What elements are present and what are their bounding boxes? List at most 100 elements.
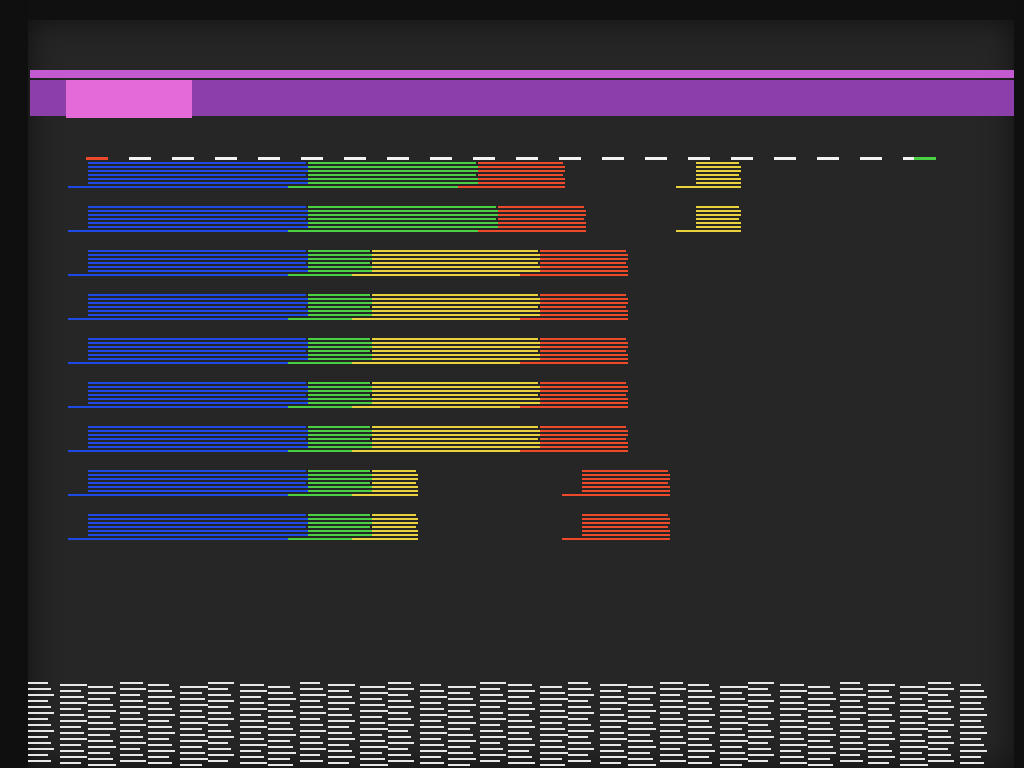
timeline-start-marker	[86, 157, 108, 160]
footer-stripe	[928, 706, 954, 708]
timeline-dash	[258, 157, 280, 160]
footer-stripe	[328, 720, 355, 722]
footer-stripe	[148, 714, 175, 716]
footer-stripe	[508, 702, 532, 704]
footer-stripe	[60, 744, 81, 746]
footer-stripe	[88, 764, 116, 766]
footer-stripe	[780, 720, 804, 722]
footer-stripe	[328, 696, 352, 698]
footer-stripe	[628, 752, 650, 754]
footer-stripe	[660, 688, 686, 690]
footer-stripe	[480, 748, 503, 750]
footer-stripe	[780, 738, 804, 740]
footer-stripe	[900, 716, 922, 718]
footer-stripe	[748, 748, 771, 750]
footer-stripe	[328, 690, 349, 692]
footer-stripe	[720, 764, 742, 766]
footer-stripe	[600, 738, 627, 740]
footer-stripe	[420, 756, 441, 758]
footer-stripe	[60, 726, 81, 728]
footer-stripe	[540, 734, 568, 736]
footer-stripe	[420, 732, 447, 734]
timeline-dash	[559, 157, 581, 160]
footer-stripe	[448, 710, 470, 712]
footer-stripe	[660, 742, 686, 744]
footer-stripe	[780, 732, 801, 734]
footer-stripe	[360, 704, 385, 706]
footer-stripe	[660, 724, 686, 726]
footer-stripe	[448, 722, 476, 724]
footer-stripe	[720, 692, 742, 694]
footer-stripe	[480, 688, 500, 690]
footer-stripe	[840, 748, 866, 750]
footer-stripe	[600, 696, 624, 698]
footer-stripe	[240, 708, 267, 710]
footer-stripe	[960, 696, 987, 698]
footer-stripe	[600, 708, 621, 710]
timeline-dash	[860, 157, 882, 160]
footer-stripe	[120, 754, 143, 756]
footer-stripe	[148, 708, 172, 710]
footer-stripe	[88, 740, 113, 742]
footer-stripe	[808, 728, 833, 730]
footer-stripe	[808, 734, 836, 736]
footer-stripe	[120, 748, 140, 750]
footer-stripe	[448, 692, 470, 694]
footer-stripe	[300, 760, 323, 762]
footer-stripe	[300, 736, 320, 738]
footer-stripe	[148, 732, 175, 734]
footer-stripe	[388, 694, 408, 696]
footer-stripe	[180, 734, 205, 736]
footer-stripe	[360, 686, 385, 688]
footer-stripe	[808, 752, 836, 754]
footer-stripe	[508, 690, 535, 692]
timeline-dashes	[86, 157, 936, 160]
footer-stripe	[180, 752, 205, 754]
footer-stripe	[328, 708, 349, 710]
footer-stripe	[240, 738, 264, 740]
footer-stripe	[300, 694, 326, 696]
footer-stripe	[180, 698, 205, 700]
footer-stripe	[360, 752, 382, 754]
footer-stripe	[840, 682, 860, 684]
footer-stripe	[448, 728, 470, 730]
footer-stripe	[540, 710, 565, 712]
footer-stripe	[600, 726, 621, 728]
footer-stripe	[268, 728, 293, 730]
footer-stripe	[808, 758, 830, 760]
footer-stripe	[328, 750, 352, 752]
footer-stripe	[900, 692, 928, 694]
footer-stripe	[928, 730, 948, 732]
footer-stripe	[928, 742, 954, 744]
footer-stripe	[328, 714, 352, 716]
footer-stripe	[688, 732, 715, 734]
footer-stripe	[60, 684, 87, 686]
footer-stripe	[88, 752, 110, 754]
footer-stripe	[508, 762, 535, 764]
footer-stripe	[180, 740, 208, 742]
footer-stripe	[120, 736, 143, 738]
footer-stripe	[60, 714, 84, 716]
footer-stripe	[720, 728, 742, 730]
footer-stripe	[120, 706, 146, 708]
footer-stripe	[808, 692, 833, 694]
footer-stripe	[660, 748, 680, 750]
timeline-dash	[645, 157, 667, 160]
footer-stripe	[688, 690, 712, 692]
footer-stripe	[388, 706, 414, 708]
monitor-bezel-left	[0, 0, 28, 768]
footer-stripe	[628, 716, 650, 718]
footer-stripe	[240, 696, 261, 698]
footer-stripe	[568, 706, 591, 708]
footer-stripe	[208, 754, 234, 756]
footer-stripe	[120, 724, 146, 726]
footer-stripe	[748, 718, 774, 720]
footer-stripe	[388, 712, 408, 714]
footer-stripe	[868, 690, 889, 692]
footer-stripe	[420, 714, 447, 716]
footer-stripe	[960, 744, 984, 746]
footer-stripe	[600, 702, 627, 704]
footer-stripe	[360, 758, 385, 760]
footer-stripe	[540, 758, 562, 760]
footer-stripe	[328, 762, 349, 764]
